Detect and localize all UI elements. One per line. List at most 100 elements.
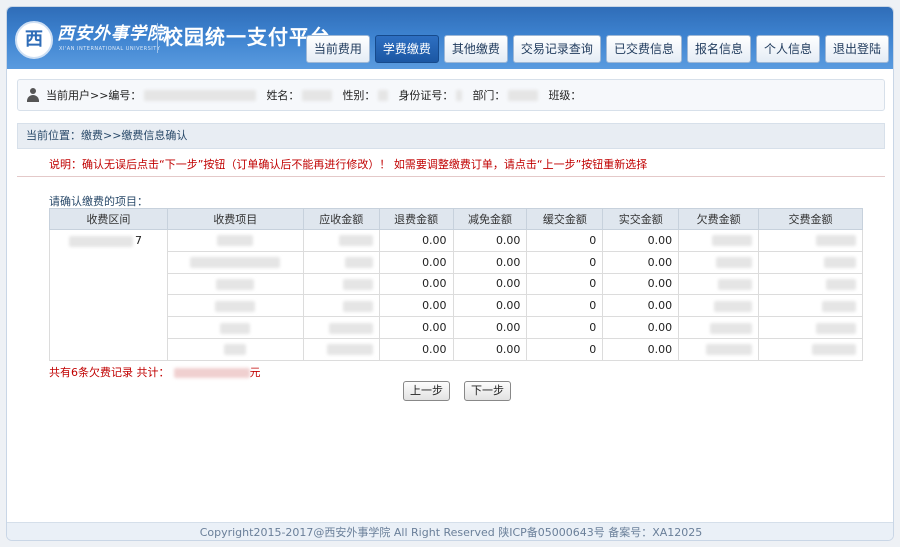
- col-header-payment: 交费金额: [758, 208, 863, 230]
- col-header-refund: 退费金额: [378, 208, 454, 230]
- redacted-item: [190, 257, 281, 269]
- period-suffix: 7: [134, 234, 142, 247]
- nav-logout[interactable]: 退出登陆: [824, 35, 889, 63]
- redacted-amount: [816, 235, 856, 247]
- table-row: 0.00 0.00 0 0.00: [50, 250, 863, 274]
- redacted-amount: [712, 235, 753, 247]
- redacted-id-number: [456, 89, 463, 101]
- payment-cell: [758, 272, 863, 296]
- deferred-cell: 0: [526, 316, 604, 339]
- redacted-amount: [718, 278, 753, 290]
- paid-cell: 0.00: [602, 229, 680, 252]
- payment-cell: [758, 294, 863, 318]
- nav-transaction-query[interactable]: 交易记录查询: [512, 35, 601, 63]
- nav-registration-info[interactable]: 报名信息: [686, 35, 751, 63]
- class-label: 班级：: [548, 89, 582, 102]
- nav-tuition-payment[interactable]: 学费缴费: [374, 35, 439, 63]
- waiver-cell: 0.00: [452, 250, 528, 274]
- waiver-cell: 0.00: [452, 294, 528, 318]
- receivable-cell: [302, 337, 380, 361]
- refund-cell: 0.00: [378, 294, 454, 318]
- arrears-cell: [678, 337, 760, 361]
- nav-other-payment[interactable]: 其他缴费: [443, 35, 508, 63]
- notice-text: 说明：确认无误后点击“下一步”按钮（订单确认后不能再进行修改）！ 如需要调整缴费…: [17, 153, 885, 177]
- arrears-cell: [678, 272, 760, 296]
- receivable-cell: [302, 250, 380, 274]
- deferred-cell: 0: [526, 272, 604, 296]
- current-user-label: 当前用户>>编号：: [46, 89, 142, 102]
- redacted-amount: [344, 257, 373, 269]
- university-name: 西安外事学院: [57, 24, 165, 44]
- col-header-deferred: 缓交金额: [526, 208, 604, 230]
- arrears-cell: [678, 229, 760, 252]
- fee-table-header: 收费区间 收费项目 应收金额 退费金额 减免金额 缓交金额 实交金额 欠费金额 …: [49, 208, 863, 230]
- nav-paid-info[interactable]: 已交费信息: [605, 35, 682, 63]
- payment-cell: [758, 337, 863, 361]
- payment-cell: [758, 229, 863, 252]
- paid-cell: 0.00: [602, 272, 680, 296]
- redacted-period: [68, 235, 133, 247]
- paid-cell: 0.00: [602, 316, 680, 339]
- paid-cell: 0.00: [602, 337, 680, 361]
- university-seal-icon: 西: [15, 21, 53, 59]
- redacted-amount: [826, 278, 856, 290]
- period-cell: 7: [49, 229, 168, 361]
- main-nav: 当前费用 学费缴费 其他缴费 交易记录查询 已交费信息 报名信息 个人信息 退出…: [305, 35, 889, 63]
- arrears-summary: 共有6条欠费记录 共计： 元: [49, 364, 261, 380]
- waiver-cell: 0.00: [452, 316, 528, 339]
- redacted-user-id: [144, 89, 257, 101]
- refund-cell: 0.00: [378, 250, 454, 274]
- fee-table: 收费区间 收费项目 应收金额 退费金额 减免金额 缓交金额 实交金额 欠费金额 …: [49, 208, 863, 361]
- item-cell: [166, 272, 304, 296]
- arrears-cell: [678, 250, 760, 274]
- item-cell: [166, 337, 304, 361]
- refund-cell: 0.00: [378, 272, 454, 296]
- action-buttons: 上一步 下一步: [403, 381, 511, 401]
- next-step-button[interactable]: 下一步: [464, 381, 511, 401]
- redacted-amount: [342, 300, 373, 312]
- table-row: 0.00 0.00 0 0.00: [50, 316, 863, 339]
- redacted-amount: [824, 257, 856, 269]
- redacted-amount: [716, 257, 753, 269]
- redacted-item: [215, 300, 256, 312]
- deferred-cell: 0: [526, 229, 604, 252]
- redacted-total: [173, 368, 250, 378]
- col-header-paid: 实交金额: [602, 208, 680, 230]
- waiver-cell: 0.00: [452, 337, 528, 361]
- paid-cell: 0.00: [602, 250, 680, 274]
- table-row: 7 0.00 0.00 0 0.00: [49, 229, 863, 361]
- user-info-bar: 当前用户>>编号： 姓名： 性别： 身份证号： 部门： 班级：: [17, 79, 885, 111]
- table-row: 0.00 0.00 0 0.00: [50, 294, 863, 318]
- col-header-waiver: 减免金额: [452, 208, 528, 230]
- nav-current-fees[interactable]: 当前费用: [305, 35, 370, 63]
- payment-cell: [758, 250, 863, 274]
- item-cell: [166, 294, 304, 318]
- name-label: 姓名：: [266, 89, 300, 102]
- receivable-cell: [302, 316, 380, 339]
- redacted-item: [216, 278, 255, 290]
- col-header-item: 收费项目: [166, 208, 304, 230]
- redacted-item: [220, 322, 251, 334]
- redacted-amount: [714, 300, 753, 312]
- redacted-name: [302, 89, 333, 101]
- redacted-item: [224, 344, 247, 356]
- refund-cell: 0.00: [378, 229, 454, 252]
- department-label: 部门：: [472, 89, 506, 102]
- prev-step-button[interactable]: 上一步: [403, 381, 450, 401]
- deferred-cell: 0: [526, 337, 604, 361]
- receivable-cell: [302, 294, 380, 318]
- breadcrumb: 当前位置：缴费>>缴费信息确认: [17, 123, 885, 149]
- table-row: 0.00 0.00 0 0.00: [50, 272, 863, 296]
- header: 西 西安外事学院 XI'AN INTERNATIONAL UNIVERSITY …: [7, 7, 893, 69]
- deferred-cell: 0: [526, 250, 604, 274]
- deferred-cell: 0: [526, 294, 604, 318]
- receivable-cell: [302, 229, 380, 252]
- nav-personal-info[interactable]: 个人信息: [755, 35, 820, 63]
- waiver-cell: 0.00: [452, 229, 528, 252]
- user-icon: [26, 88, 40, 102]
- item-cell: [166, 250, 304, 274]
- table-row: 0.00 0.00 0 0.00: [50, 337, 863, 361]
- paid-cell: 0.00: [602, 294, 680, 318]
- redacted-gender: [378, 89, 389, 101]
- redacted-amount: [706, 344, 753, 356]
